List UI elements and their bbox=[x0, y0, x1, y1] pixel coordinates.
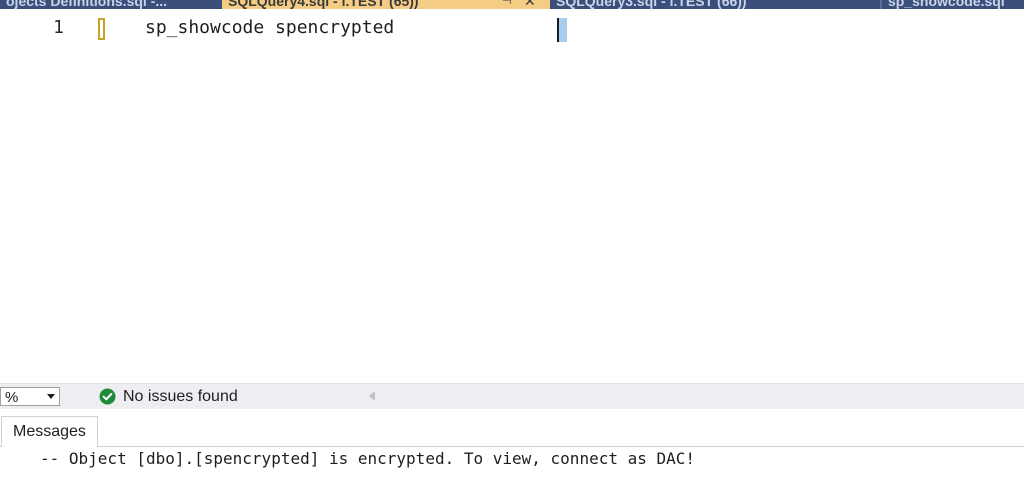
tab-messages[interactable]: Messages bbox=[1, 416, 98, 447]
message-text: -- Object [dbo].[spencrypted] is encrypt… bbox=[40, 449, 696, 468]
close-icon[interactable]: ✕ bbox=[524, 0, 536, 9]
editor-status-bar: % No issues found bbox=[0, 383, 1024, 410]
line-number: 1 bbox=[53, 17, 64, 38]
query-editor[interactable]: 1 sp_showcode spencrypted bbox=[0, 9, 1024, 383]
chevron-down-icon bbox=[47, 394, 55, 399]
tab-sqlquery3[interactable]: SQLQuery3.sql - l.TEST (66)) bbox=[550, 0, 880, 9]
zoom-dropdown[interactable]: % bbox=[0, 387, 60, 406]
results-pane: Messages -- Object [dbo].[spencrypted] i… bbox=[0, 409, 1024, 489]
zoom-value: % bbox=[5, 389, 19, 406]
code-line[interactable]: sp_showcode spencrypted bbox=[145, 17, 394, 38]
document-tab-strip: ojects Definitions.sql -... SQLQuery4.sq… bbox=[0, 0, 1024, 9]
results-tab-strip: Messages bbox=[0, 409, 1024, 447]
tab-sp-showcode[interactable]: sp_showcode.sql bbox=[882, 0, 1024, 9]
tab-sqlquery4-active[interactable]: SQLQuery4.sql - l.TEST (65)) ⊣ ✕ bbox=[222, 0, 550, 9]
tab-label: ojects Definitions.sql -... bbox=[6, 0, 168, 9]
scroll-left-icon[interactable] bbox=[369, 391, 375, 401]
tab-label: SQLQuery3.sql - l.TEST (66)) bbox=[556, 0, 747, 9]
text-caret bbox=[557, 18, 559, 42]
check-circle-icon bbox=[99, 388, 116, 405]
change-tracking-marker bbox=[98, 18, 105, 40]
pin-icon[interactable]: ⊣ bbox=[502, 0, 512, 7]
tab-messages-label: Messages bbox=[13, 423, 86, 440]
tab-object-definitions[interactable]: ojects Definitions.sql -... bbox=[0, 0, 222, 9]
tab-label: SQLQuery4.sql - l.TEST (65)) bbox=[228, 0, 419, 9]
issues-status[interactable]: No issues found bbox=[123, 387, 238, 407]
tab-label: sp_showcode.sql bbox=[888, 0, 1005, 9]
